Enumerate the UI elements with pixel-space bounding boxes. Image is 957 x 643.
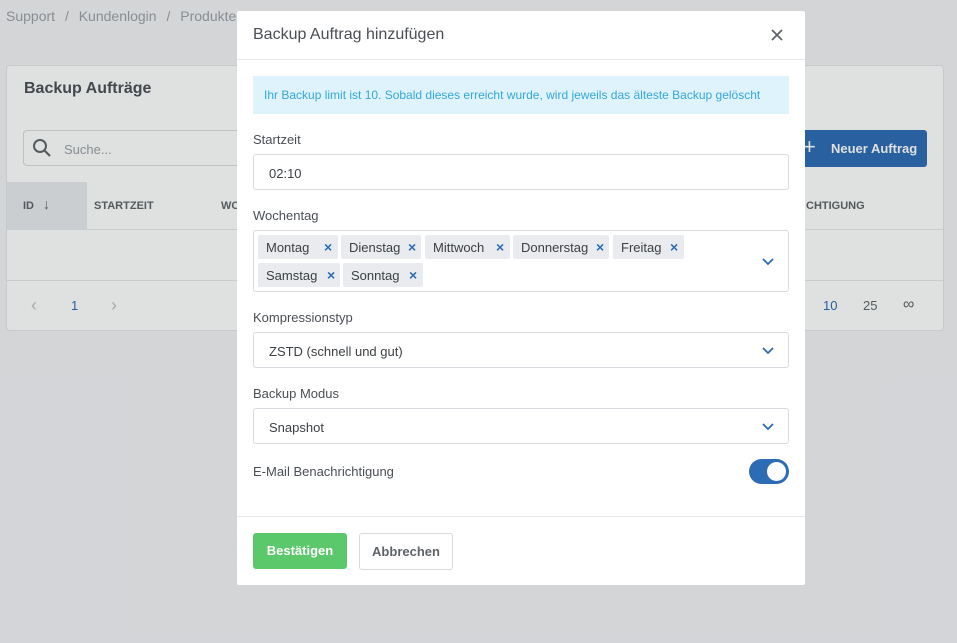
modus-label: Backup Modus [253, 386, 339, 401]
confirm-button[interactable]: Bestätigen [253, 533, 347, 569]
tag-donnerstag: Donnerstag × [513, 235, 609, 259]
add-backup-dialog: Backup Auftrag hinzufügen Ihr Backup lim… [237, 11, 805, 585]
tag-label: Dienstag [349, 240, 401, 255]
tag-label: Freitag [621, 240, 662, 255]
remove-tag-icon[interactable]: × [409, 267, 417, 283]
remove-tag-icon[interactable]: × [408, 239, 416, 255]
cancel-button[interactable]: Abbrechen [359, 533, 453, 570]
remove-tag-icon[interactable]: × [327, 267, 335, 283]
remove-tag-icon[interactable]: × [596, 239, 604, 255]
remove-tag-icon[interactable]: × [670, 239, 678, 255]
tag-freitag: Freitag × [613, 235, 684, 259]
email-label: E-Mail Benachrichtigung [253, 464, 394, 479]
tag-label: Mittwoch [433, 240, 485, 255]
remove-tag-icon[interactable]: × [324, 239, 332, 255]
dialog-header: Backup Auftrag hinzufügen [237, 11, 805, 60]
tag-label: Sonntag [351, 268, 400, 283]
wochentag-label: Wochentag [253, 208, 319, 223]
tag-label: Samstag [266, 268, 318, 283]
remove-tag-icon[interactable]: × [496, 239, 504, 255]
tag-montag: Montag × [258, 235, 338, 259]
kompression-label: Kompressionstyp [253, 310, 353, 325]
tag-sonntag: Sonntag × [343, 263, 423, 287]
backup-limit-info: Ihr Backup limit ist 10. Sobald dieses e… [253, 76, 789, 114]
tag-mittwoch: Mittwoch × [425, 235, 510, 259]
chevron-down-icon[interactable] [762, 258, 774, 266]
wochentag-select[interactable]: Montag × Dienstag × Mittwoch × Donnersta… [253, 230, 789, 292]
startzeit-value: 02:10 [269, 166, 302, 181]
dialog-footer: Bestätigen Abbrechen [237, 516, 805, 585]
tag-dienstag: Dienstag × [341, 235, 421, 259]
chevron-down-icon [762, 423, 774, 431]
close-icon[interactable] [767, 25, 787, 45]
chevron-down-icon [762, 347, 774, 355]
modus-value: Snapshot [269, 420, 324, 435]
startzeit-label: Startzeit [253, 132, 301, 147]
tag-samstag: Samstag × [258, 263, 340, 287]
tag-label: Donnerstag [521, 240, 589, 255]
toggle-knob [767, 462, 786, 481]
tag-label: Montag [266, 240, 310, 255]
dialog-title: Backup Auftrag hinzufügen [253, 26, 445, 43]
startzeit-input[interactable]: 02:10 [253, 154, 789, 190]
kompression-select[interactable]: ZSTD (schnell und gut) [253, 332, 789, 368]
modus-select[interactable]: Snapshot [253, 408, 789, 444]
email-notification-toggle[interactable] [749, 459, 789, 484]
kompression-value: ZSTD (schnell und gut) [269, 344, 403, 359]
